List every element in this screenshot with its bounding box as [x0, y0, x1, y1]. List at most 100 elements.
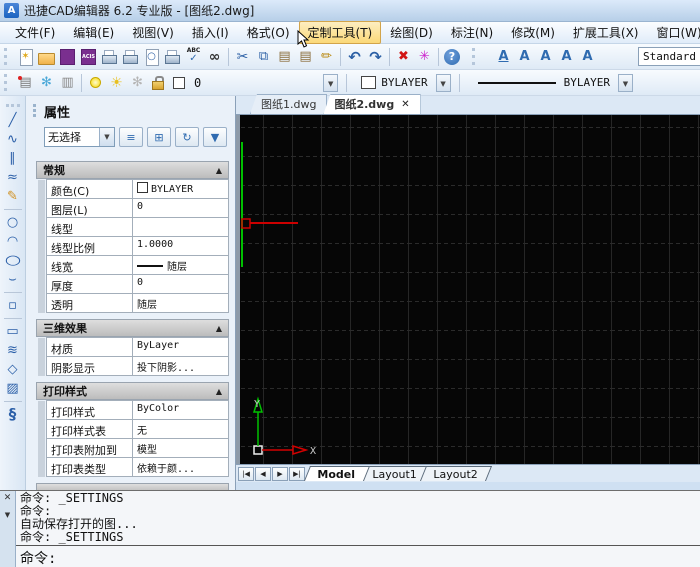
toolbar-handle[interactable]	[472, 48, 489, 65]
page-setup-icon[interactable]	[162, 46, 183, 68]
find-icon[interactable]: ∞	[204, 46, 225, 68]
collapse-icon[interactable]: ▲	[216, 324, 222, 333]
layer-thaw-sun-icon[interactable]: ☀	[106, 72, 127, 94]
layer-lock-icon[interactable]	[148, 72, 169, 94]
linetype-dropdown-button[interactable]: ▼	[618, 74, 633, 92]
export-acis-icon[interactable]: ACIS	[78, 46, 99, 68]
circle-tool[interactable]: ○	[2, 213, 24, 232]
text-underline-icon[interactable]: A	[493, 46, 514, 68]
menu-item[interactable]: 修改(M)	[502, 21, 564, 44]
save-icon[interactable]	[57, 46, 78, 68]
section-header-plot[interactable]: 打印样式 ▲	[36, 382, 229, 400]
selection-dropdown[interactable]: 无选择 ▼	[44, 127, 115, 147]
layer-freeze-icon[interactable]: ✻	[36, 72, 57, 94]
double-line-tool[interactable]: ∥	[2, 149, 24, 168]
ucs-x-label: X	[310, 446, 316, 457]
reverse-tool[interactable]: §	[2, 405, 24, 424]
format-painter-icon[interactable]: ✏	[316, 46, 337, 68]
separator[interactable]	[4, 292, 22, 293]
tab-drawing1[interactable]: 图纸1.dwg	[250, 94, 327, 114]
help-icon[interactable]: ?	[444, 49, 460, 65]
separator[interactable]	[4, 401, 22, 402]
separator[interactable]	[228, 48, 229, 66]
point-tool[interactable]: ▫	[2, 296, 24, 315]
quick-select-button[interactable]: ↻	[175, 127, 199, 147]
command-input[interactable]: 命令:	[16, 546, 700, 567]
menu-item[interactable]: 编辑(E)	[64, 21, 123, 44]
spline-tool[interactable]: ≈	[2, 168, 24, 187]
layout-tab[interactable]: Layout2	[420, 466, 492, 481]
hatch-tool[interactable]: ▨	[2, 379, 24, 398]
layer-properties-icon[interactable]: ▤	[15, 72, 36, 94]
layer-on-bulb-icon[interactable]	[85, 72, 106, 94]
open-file-icon[interactable]	[36, 46, 57, 68]
pickadd-toggle-button[interactable]: ≡	[119, 127, 143, 147]
menu-item[interactable]: 绘图(D)	[381, 21, 442, 44]
menu-item[interactable]: 插入(I)	[183, 21, 238, 44]
layer-dropdown-button[interactable]: ▼	[323, 74, 338, 92]
tab-drawing2[interactable]: 图纸2.dwg ✕	[323, 94, 420, 114]
cut-icon[interactable]: ✂	[232, 46, 253, 68]
text-check-icon[interactable]: A	[535, 46, 556, 68]
section-header-3d[interactable]: 三维效果 ▲	[36, 319, 229, 337]
layout-nav-button[interactable]: |◀	[238, 467, 254, 481]
print-preview-icon[interactable]: ○	[141, 46, 162, 68]
sketch-tool[interactable]: ✎	[2, 187, 24, 206]
separator[interactable]	[438, 48, 439, 66]
layout-nav-button[interactable]: ▶	[272, 467, 288, 481]
polygon-tool[interactable]: ◇	[2, 360, 24, 379]
layer-vp-freeze-icon[interactable]: ✻	[127, 72, 148, 94]
toolbar-drag-handle[interactable]	[4, 74, 10, 91]
menu-item[interactable]: 格式(O)	[238, 21, 299, 44]
rectangle-tool[interactable]: ▭	[2, 322, 24, 341]
filter-button[interactable]: ▼	[203, 127, 227, 147]
collapse-icon[interactable]: ▲	[216, 387, 222, 396]
menu-item[interactable]: 定制工具(T)	[299, 21, 382, 44]
toolbar-drag-handle[interactable]	[4, 48, 10, 65]
arc-tool[interactable]: ◠	[2, 232, 24, 251]
section-header-general[interactable]: 常规 ▲	[36, 161, 229, 179]
print-icon[interactable]	[120, 46, 141, 68]
layer-color-swatch[interactable]	[169, 72, 190, 94]
line-tool[interactable]: ╱	[2, 111, 24, 130]
separator[interactable]	[4, 209, 22, 210]
copy-icon[interactable]: ⧉	[253, 46, 274, 68]
redo-icon[interactable]: ↷	[365, 46, 386, 68]
text-style-dropdown[interactable]: Standard	[638, 47, 700, 66]
model-canvas[interactable]: Y X	[236, 115, 700, 464]
ellipse-arc-tool[interactable]: ⌣	[2, 270, 24, 289]
mouse-cursor	[297, 30, 310, 49]
polyline-tool[interactable]: ∿	[2, 130, 24, 149]
text-edit-icon[interactable]: A	[556, 46, 577, 68]
layer-query-icon[interactable]: ▥	[57, 72, 78, 94]
ellipse-tool[interactable]: ○	[0, 251, 28, 270]
menu-item[interactable]: 扩展工具(X)	[564, 21, 648, 44]
undo-icon[interactable]: ↶	[344, 46, 365, 68]
collapse-icon[interactable]: ▲	[216, 166, 222, 175]
select-objects-button[interactable]: ⊞	[147, 127, 171, 147]
multiline-tool[interactable]: ≋	[2, 341, 24, 360]
chevron-down-icon[interactable]: ▼	[99, 128, 114, 146]
menu-item[interactable]: 标注(N)	[442, 21, 502, 44]
spell-check-icon[interactable]: ABC	[183, 46, 204, 68]
menu-item[interactable]: 文件(F)	[6, 21, 64, 44]
text-style-icon[interactable]: A	[514, 46, 535, 68]
delete-icon[interactable]: ✖	[393, 46, 414, 68]
menu-item[interactable]: 视图(V)	[123, 21, 183, 44]
layout-nav-button[interactable]: ◀	[255, 467, 271, 481]
menu-item[interactable]: 窗口(W)	[648, 21, 700, 44]
layout-tab[interactable]: Model	[304, 466, 370, 481]
color-dropdown-button[interactable]: ▼	[436, 74, 451, 92]
explode-icon[interactable]: ✳	[414, 46, 435, 68]
chevron-down-icon[interactable]: ▼	[5, 511, 10, 520]
separator[interactable]	[4, 318, 22, 319]
separator[interactable]	[389, 48, 390, 66]
paste-icon[interactable]: ▤	[274, 46, 295, 68]
text-find-icon[interactable]: A	[577, 46, 598, 68]
close-icon[interactable]: ✕	[4, 494, 12, 503]
plot-export-icon[interactable]	[99, 46, 120, 68]
layout-nav-button[interactable]: ▶|	[289, 467, 305, 481]
new-file-icon[interactable]: ✶	[15, 46, 36, 68]
close-icon[interactable]: ✕	[401, 99, 409, 110]
separator[interactable]	[340, 48, 341, 66]
